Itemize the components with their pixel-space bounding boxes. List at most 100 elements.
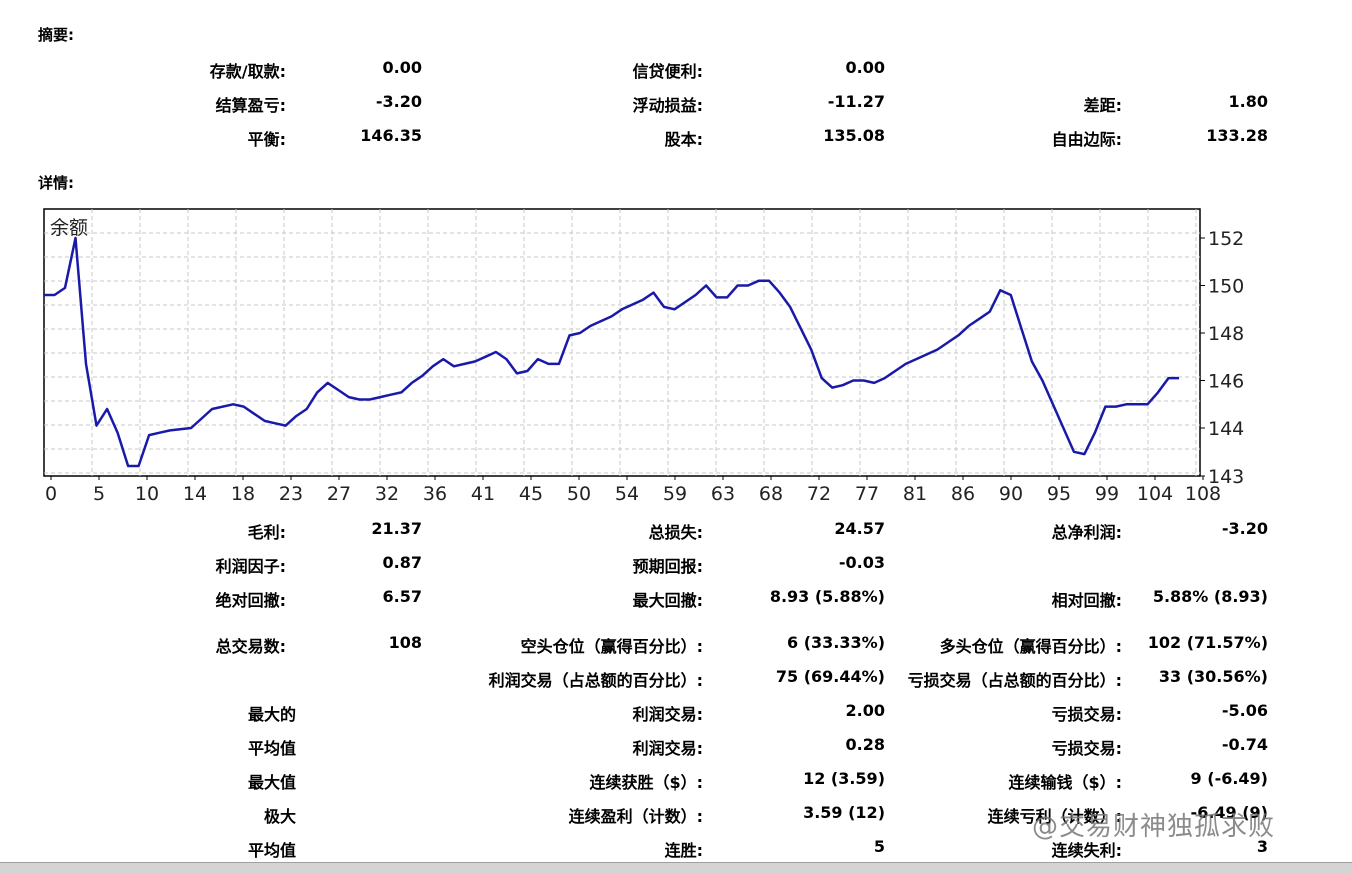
x-tick-label: 0 — [45, 483, 57, 505]
maximal-label: 极大 — [263, 807, 296, 826]
net-profit-value: -3.20 — [1221, 519, 1268, 538]
x-tick-label: 99 — [1095, 483, 1119, 505]
y-tick-label: 152 — [1208, 228, 1244, 250]
abs-drawdown-label: 绝对回撤: — [215, 591, 286, 610]
average-label: 平均值 — [247, 739, 296, 758]
average2-label: 平均值 — [247, 841, 296, 860]
floating-pl-value: -11.27 — [827, 92, 885, 111]
rel-drawdown-label: 相对回撤: — [1051, 591, 1122, 610]
x-tick-label: 14 — [183, 483, 207, 505]
largest-loss-value: -5.06 — [1221, 701, 1268, 720]
spread-label: 差距: — [1083, 96, 1122, 115]
balance-label: 平衡: — [247, 130, 286, 149]
gross-loss-label: 总损失: — [648, 523, 703, 542]
total-trades-value: 108 — [388, 633, 422, 652]
chart-title: 余额 — [50, 217, 88, 239]
x-tick-label: 72 — [807, 483, 831, 505]
spread-value: 1.80 — [1228, 92, 1268, 111]
watermark-text: @交易财神独孤求败 — [1032, 812, 1276, 842]
x-tick-label: 50 — [567, 483, 591, 505]
max-consec-losses-value: 9 (-6.49) — [1190, 769, 1268, 788]
x-tick-label: 36 — [423, 483, 447, 505]
floating-pl-label: 浮动损益: — [632, 96, 703, 115]
maximal-consec-profit-label: 连续盈利（计数）: — [568, 807, 703, 826]
y-tick-label: 144 — [1208, 418, 1244, 440]
max-consec-wins-value: 12 (3.59) — [803, 769, 885, 788]
y-tick-label: 146 — [1208, 371, 1244, 393]
x-tick-label: 18 — [231, 483, 255, 505]
short-positions-label: 空头仓位（赢得百分比）: — [520, 637, 703, 656]
chart-y-axis: 152150148146144143 — [1200, 228, 1244, 488]
x-tick-label: 90 — [999, 483, 1023, 505]
net-profit-label: 总净利润: — [1051, 523, 1122, 542]
avg-profit-value: 0.28 — [845, 735, 885, 754]
avg-profit-label: 利润交易: — [632, 739, 703, 758]
avg-consec-wins-label: 连胜: — [664, 841, 703, 860]
equity-label: 股本: — [664, 130, 703, 149]
avg-loss-value: -0.74 — [1221, 735, 1268, 754]
max-drawdown-label: 最大回撤: — [632, 591, 703, 610]
max-consec-losses-label: 连续输钱（$）: — [1008, 773, 1122, 792]
x-tick-label: 32 — [375, 483, 399, 505]
closed-pl-value: -3.20 — [375, 92, 422, 111]
gross-profit-value: 21.37 — [371, 519, 422, 538]
short-positions-value: 6 (33.33%) — [787, 633, 885, 652]
credit-label: 信贷便利: — [632, 62, 703, 81]
equity-value: 135.08 — [823, 126, 885, 145]
deposit-value: 0.00 — [382, 58, 422, 77]
details-title: 详情: — [38, 174, 74, 192]
long-positions-value: 102 (71.57%) — [1147, 633, 1268, 652]
x-tick-label: 54 — [615, 483, 639, 505]
x-tick-label: 41 — [471, 483, 495, 505]
max-drawdown-value: 8.93 (5.88%) — [769, 587, 885, 606]
largest-label: 最大的 — [247, 705, 296, 724]
largest-profit-value: 2.00 — [845, 701, 885, 720]
max-consec-wins-label: 连续获胜（$）: — [589, 773, 703, 792]
x-tick-label: 10 — [135, 483, 159, 505]
deposit-label: 存款/取款: — [209, 62, 286, 81]
x-tick-label: 5 — [93, 483, 105, 505]
profit-factor-label: 利润因子: — [215, 557, 286, 576]
long-positions-label: 多头仓位（赢得百分比）: — [939, 637, 1122, 656]
credit-value: 0.00 — [845, 58, 885, 77]
expected-payoff-value: -0.03 — [838, 553, 885, 572]
profit-trades-value: 75 (69.44%) — [775, 667, 885, 686]
x-tick-label: 23 — [279, 483, 303, 505]
profit-factor-value: 0.87 — [382, 553, 422, 572]
avg-consec-wins-value: 5 — [873, 837, 885, 856]
abs-drawdown-value: 6.57 — [382, 587, 422, 606]
profit-trades-label: 利润交易（占总额的百分比）: — [488, 671, 703, 690]
x-tick-label: 104 — [1137, 483, 1173, 505]
x-tick-label: 27 — [327, 483, 351, 505]
largest-profit-label: 利润交易: — [632, 705, 703, 724]
gross-profit-label: 毛利: — [247, 523, 286, 542]
balance-chart-svg: 152150148146144143 0 5 10 14 18 23 27 32 36 41 45 5… — [43, 208, 1244, 505]
avg-loss-label: 亏损交易: — [1051, 739, 1122, 758]
balance-value: 146.35 — [360, 126, 422, 145]
loss-trades-label: 亏损交易（占总额的百分比）: — [907, 671, 1122, 690]
balance-chart: 152 150 148 146 144 143 0 5 10 14 18 23 27 32 36 41 45 5… — [0, 200, 1352, 510]
rel-drawdown-value: 5.88% (8.93) — [1152, 587, 1268, 606]
x-tick-label: 108 — [1185, 483, 1221, 505]
x-tick-label: 45 — [519, 483, 543, 505]
closed-pl-label: 结算盈亏: — [215, 96, 286, 115]
y-tick-label: 150 — [1208, 276, 1244, 298]
total-trades-label: 总交易数: — [215, 637, 286, 656]
maximum-label: 最大值 — [247, 773, 296, 792]
x-tick-label: 63 — [711, 483, 735, 505]
loss-trades-value: 33 (30.56%) — [1158, 667, 1268, 686]
maximal-consec-profit-value: 3.59 (12) — [803, 803, 885, 822]
x-tick-label: 86 — [951, 483, 975, 505]
x-tick-label: 81 — [903, 483, 927, 505]
status-bar — [0, 862, 1352, 874]
x-tick-label: 95 — [1047, 483, 1071, 505]
x-tick-label: 59 — [663, 483, 687, 505]
largest-loss-label: 亏损交易: — [1051, 705, 1122, 724]
free-margin-value: 133.28 — [1206, 126, 1268, 145]
x-tick-label: 77 — [855, 483, 879, 505]
expected-payoff-label: 预期回报: — [632, 557, 703, 576]
x-tick-label: 68 — [759, 483, 783, 505]
summary-title: 摘要: — [38, 26, 74, 44]
chart-x-axis: 0 5 10 14 18 23 27 32 36 41 45 50 54 59 63 68 72 77 81 86 90… — [45, 476, 1221, 505]
free-margin-label: 自由边际: — [1051, 130, 1122, 149]
